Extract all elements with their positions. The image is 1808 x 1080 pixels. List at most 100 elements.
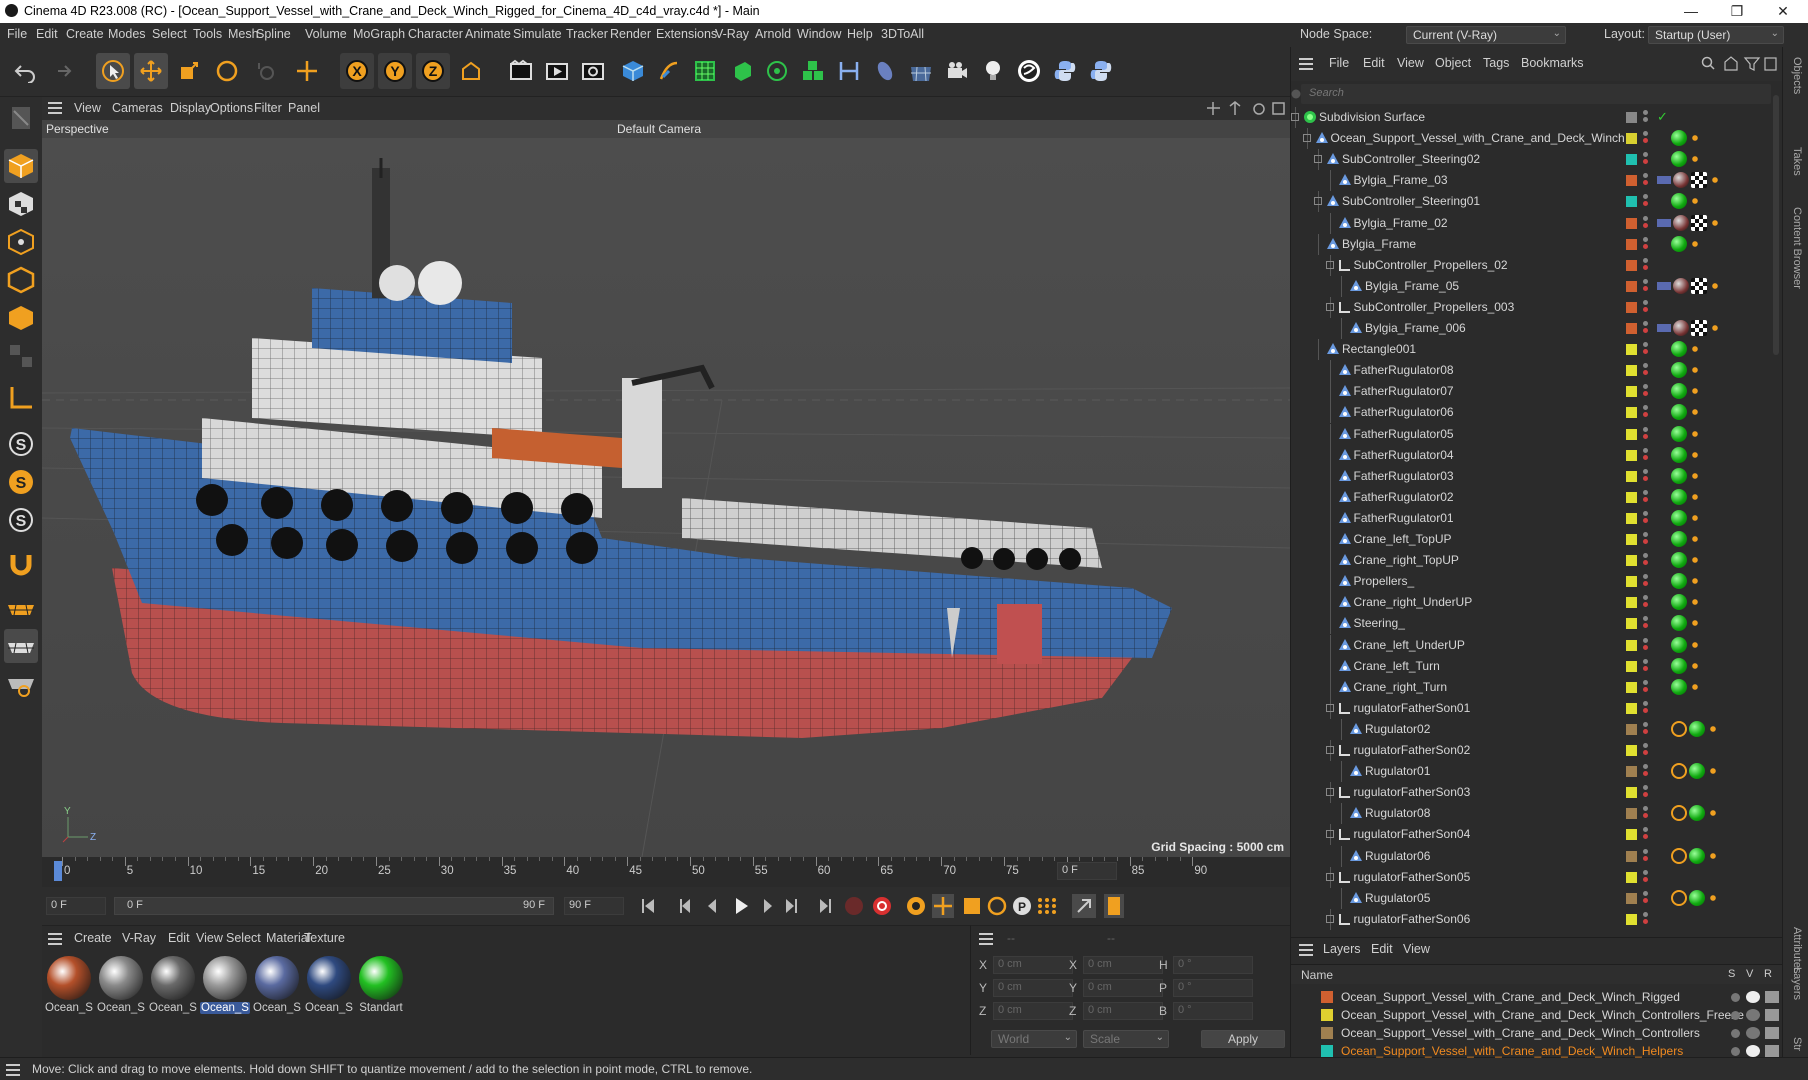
layer-color-swatch[interactable] <box>1626 787 1637 799</box>
expression-tag-icon[interactable] <box>1689 364 1701 377</box>
object-menu-file[interactable]: File <box>1329 56 1349 70</box>
visibility-dots[interactable] <box>1643 152 1649 166</box>
layer-color-swatch[interactable] <box>1626 808 1637 820</box>
material-tag-icon[interactable] <box>1671 383 1687 400</box>
menu-edit[interactable]: Edit <box>36 27 58 41</box>
layer-color-swatch[interactable] <box>1626 702 1637 714</box>
viewport-menu-display[interactable]: Display <box>170 101 211 115</box>
polygon-mode-button[interactable] <box>4 301 38 335</box>
menu-v-ray[interactable]: V-Ray <box>715 27 749 41</box>
visibility-dots[interactable] <box>1643 131 1649 145</box>
layer-color-swatch[interactable] <box>1626 196 1637 208</box>
recent-tool-button[interactable] <box>248 53 282 89</box>
material-menu-view[interactable]: View <box>196 931 223 945</box>
menu-tracker[interactable]: Tracker <box>566 27 608 41</box>
editor-visibility-dot[interactable] <box>1643 574 1648 580</box>
frame-range-slider[interactable]: 0 F 90 F <box>114 897 554 915</box>
visibility-dots[interactable] <box>1643 637 1649 652</box>
object-row[interactable]: Rugulator05 <box>1291 887 1771 909</box>
editor-visibility-dot[interactable] <box>1643 110 1648 115</box>
layer-color-swatch[interactable] <box>1626 280 1637 292</box>
cloner-button[interactable] <box>760 53 794 89</box>
visibility-dots[interactable] <box>1643 595 1649 609</box>
material-tag-icon[interactable] <box>1689 889 1705 906</box>
material-tag-icon[interactable] <box>1671 425 1687 442</box>
undo-button[interactable] <box>8 53 42 89</box>
render-visibility-dot[interactable] <box>1643 813 1648 819</box>
x-axis-lock-button[interactable]: X <box>340 53 374 89</box>
coord-field-a[interactable]: 0 cm <box>993 979 1073 997</box>
camera-button[interactable] <box>940 53 974 89</box>
layer-color-swatch[interactable] <box>1626 892 1637 904</box>
expand-toggle-icon[interactable] <box>1302 134 1311 143</box>
visibility-dots[interactable] <box>1643 869 1649 884</box>
expression-tag-icon[interactable] <box>1689 153 1701 166</box>
solo-button[interactable]: S <box>4 503 38 537</box>
material-tag-icon[interactable] <box>1673 320 1689 336</box>
visibility-dots[interactable] <box>1643 721 1649 736</box>
editor-visibility-dot[interactable] <box>1643 510 1648 516</box>
viewport-menu-panel[interactable]: Panel <box>288 101 320 115</box>
layer-color-swatch[interactable] <box>1626 913 1637 925</box>
menu-help[interactable]: Help <box>847 27 873 41</box>
visibility-dots[interactable] <box>1643 553 1649 567</box>
material-tag-icon[interactable] <box>1671 573 1687 590</box>
material-swatch[interactable]: Standart <box>356 954 406 1022</box>
object-row[interactable]: Rugulator02 <box>1291 718 1771 740</box>
editor-visibility-dot[interactable] <box>1643 321 1648 326</box>
object-row[interactable]: Crane_right_TopUP <box>1291 550 1771 572</box>
expand-toggle-icon[interactable] <box>1325 302 1334 311</box>
expression-tag-icon[interactable] <box>1689 385 1701 398</box>
workplane-button[interactable] <box>4 381 38 415</box>
editor-visibility-dot[interactable] <box>1643 848 1648 854</box>
scale-dropdown[interactable]: Scale ⌄ <box>1083 1030 1169 1048</box>
object-row[interactable]: Crane_right_Turn <box>1291 676 1771 698</box>
visibility-dots[interactable] <box>1643 278 1649 293</box>
visibility-dots[interactable] <box>1643 384 1649 398</box>
object-menu-tags[interactable]: Tags <box>1483 56 1509 70</box>
object-row[interactable]: SubController_Propellers_003 <box>1291 296 1771 318</box>
editor-visibility-dot[interactable] <box>1643 447 1648 453</box>
material-tag-icon[interactable] <box>1673 172 1689 189</box>
maximize-button[interactable]: ❐ <box>1714 0 1760 23</box>
editor-visibility-dot[interactable] <box>1643 595 1648 601</box>
select-tool-button[interactable] <box>96 53 130 89</box>
menu-animate[interactable]: Animate <box>465 27 511 41</box>
editor-visibility-dot[interactable] <box>1643 700 1648 706</box>
layer-render-icon[interactable] <box>1765 1009 1779 1021</box>
coord-field-a[interactable]: 0 cm <box>993 1002 1073 1020</box>
layer-color-swatch[interactable] <box>1626 112 1637 123</box>
floor-button[interactable] <box>904 53 938 89</box>
layer-solo-icon[interactable] <box>1731 1029 1740 1038</box>
expression-tag-icon[interactable] <box>1689 448 1701 461</box>
3d-viewport[interactable]: Perspective Default Camera Y Z Grid Spac… <box>42 120 1290 857</box>
render-visibility-dot[interactable] <box>1643 602 1648 608</box>
object-row[interactable]: FatherRugulator04 <box>1291 444 1771 466</box>
material-swatch[interactable]: Ocean_S <box>96 954 146 1022</box>
render-visibility-dot[interactable] <box>1643 855 1648 861</box>
playhead[interactable] <box>54 861 62 881</box>
visibility-dots[interactable] <box>1643 616 1649 630</box>
editor-visibility-dot[interactable] <box>1643 785 1648 791</box>
layer-color-swatch[interactable] <box>1626 407 1637 419</box>
layer-row[interactable]: Ocean_Support_Vessel_with_Crane_and_Deck… <box>1291 1024 1779 1042</box>
object-row[interactable]: Crane_left_UnderUP <box>1291 634 1771 656</box>
expression-tag-icon[interactable] <box>1709 216 1721 229</box>
render-visibility-dot[interactable] <box>1643 665 1648 671</box>
render-visibility-dot[interactable] <box>1643 201 1648 207</box>
editor-visibility-dot[interactable] <box>1643 173 1648 179</box>
render-visibility-dot[interactable] <box>1643 834 1648 840</box>
visibility-dots[interactable] <box>1643 827 1649 841</box>
layer-color-swatch[interactable] <box>1626 871 1637 883</box>
apply-button[interactable]: Apply <box>1201 1030 1285 1048</box>
material-tag-icon[interactable] <box>1689 805 1705 822</box>
object-row[interactable]: Steering_ <box>1291 613 1771 635</box>
world-coordinates-button[interactable] <box>454 53 488 89</box>
object-row[interactable]: Rugulator08 <box>1291 803 1771 825</box>
object-row[interactable]: Crane_left_TopUP <box>1291 529 1771 550</box>
hamburger-icon[interactable] <box>1299 58 1313 70</box>
visibility-dots[interactable] <box>1643 890 1649 905</box>
editor-visibility-dot[interactable] <box>1643 363 1648 369</box>
side-tab-content-browser[interactable]: Content Browser <box>1791 207 1803 289</box>
layer-solo-icon[interactable] <box>1731 993 1740 1002</box>
